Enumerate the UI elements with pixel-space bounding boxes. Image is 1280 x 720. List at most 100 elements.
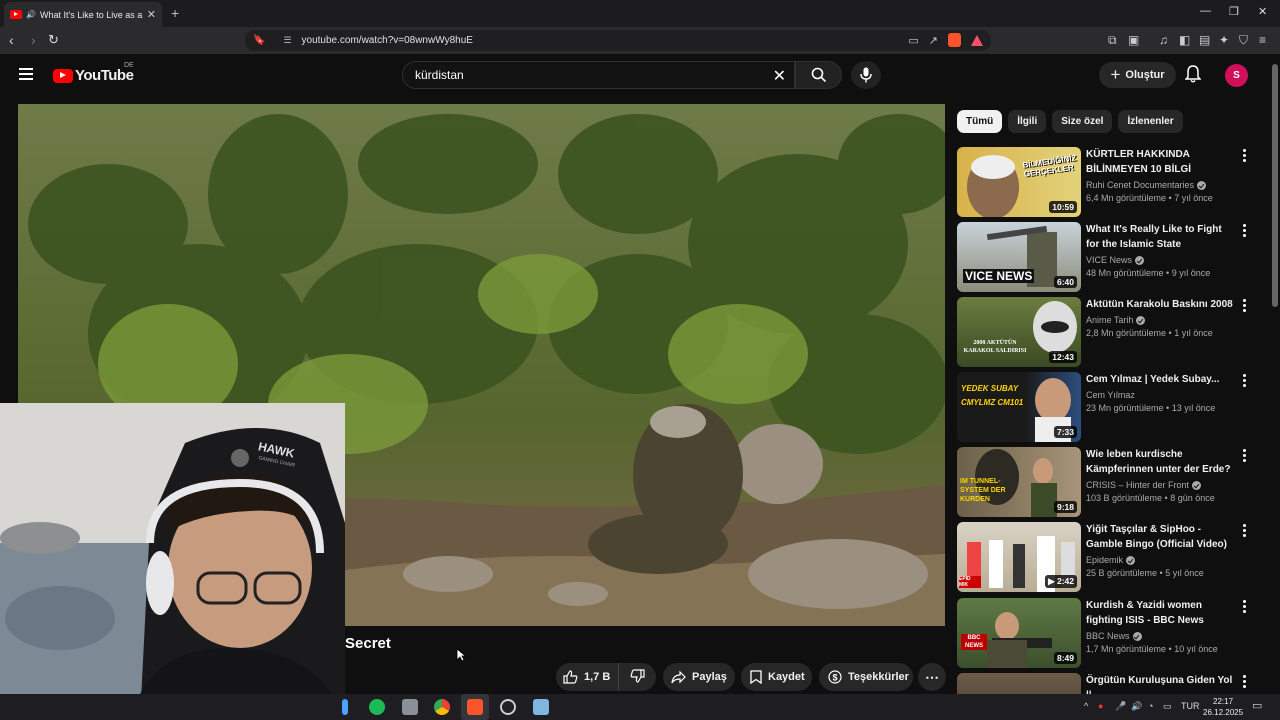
wallet-icon[interactable]: ▤ — [1199, 33, 1210, 47]
forward-icon[interactable]: › — [31, 32, 36, 48]
video-thumbnail[interactable]: YEDEK SUBAY CMYLMZ CM101 7:33 — [957, 372, 1081, 442]
more-vertical-icon[interactable] — [1243, 149, 1247, 164]
brave-shields-icon[interactable] — [948, 33, 961, 47]
tray-chevron-icon[interactable]: ^ — [1084, 701, 1088, 711]
more-vertical-icon[interactable] — [1243, 600, 1247, 615]
minimize-button[interactable]: — — [1200, 5, 1211, 17]
recommendation-item[interactable]: 2008 AKTÜTÜN KARAKOL SALDIRISI 12:43 Akt… — [957, 297, 1257, 367]
close-tab-icon[interactable]: ✕ — [147, 8, 156, 21]
restore-button[interactable]: ❐ — [1229, 5, 1239, 18]
channel-name[interactable]: Epidemik — [1086, 554, 1236, 567]
dislike-button[interactable] — [618, 663, 656, 691]
youtube-logo[interactable]: YouTube DE — [53, 62, 134, 84]
recommendation-item[interactable]: YEDEK SUBAY CMYLMZ CM101 7:33 Cem Yılmaz… — [957, 372, 1257, 442]
recommendation-item[interactable]: BBC NEWS 8:49 Kurdish & Yazidi women fig… — [957, 598, 1257, 668]
share-button[interactable]: Paylaş — [663, 663, 735, 691]
reload-icon[interactable]: ↻ — [48, 32, 59, 48]
recommendation-title[interactable]: KÜRTLER HAKKINDA BİLİNMEYEN 10 BİLGİ — [1086, 147, 1236, 177]
channel-name[interactable]: Anime Tarih — [1086, 314, 1236, 327]
voice-search-button[interactable] — [851, 61, 881, 89]
more-vertical-icon[interactable] — [1243, 299, 1247, 314]
network-icon[interactable]: ◔ — [1148, 701, 1153, 711]
speaker-icon[interactable]: 🔊 — [26, 10, 36, 19]
new-tab-button[interactable]: + — [171, 5, 179, 21]
vpn-icon[interactable]: ⛉ — [1239, 33, 1248, 48]
chrome-icon[interactable] — [434, 699, 450, 715]
avatar[interactable]: S — [1225, 64, 1248, 87]
video-thumbnail[interactable]: VICE NEWS 6:40 — [957, 222, 1081, 292]
app-icon[interactable] — [342, 699, 348, 715]
address-bar[interactable]: 🔖 ☰ youtube.com/watch?v=08wnwWy8huE ▭ ↗ — [245, 30, 991, 51]
browser-tab-active[interactable]: 🔊 What It's Like to Live as a PKK ✕ — [4, 2, 162, 27]
close-window-button[interactable]: ✕ — [1258, 5, 1267, 18]
recording-icon[interactable]: ● — [1098, 701, 1103, 711]
recommendation-item[interactable]: IM TUNNEL-SYSTEM DER KURDEN 9:18 Wie leb… — [957, 447, 1257, 517]
video-thumbnail[interactable]: IM TUNNEL-SYSTEM DER KURDEN 9:18 — [957, 447, 1081, 517]
page-scrollbar[interactable] — [1271, 54, 1280, 694]
recommendation-item[interactable]: EPID MIK ▶ 2:42 Yiğit Taşçılar & SipHoo … — [957, 522, 1257, 592]
menu-icon[interactable]: ≡ — [1259, 33, 1266, 47]
leo-ai-icon[interactable]: ✦ — [1219, 33, 1229, 47]
notifications-icon[interactable]: ▭ — [1252, 699, 1262, 712]
video-thumbnail[interactable]: 2008 AKTÜTÜN KARAKOL SALDIRISI 12:43 — [957, 297, 1081, 367]
recommendation-title[interactable]: Cem Yılmaz | Yedek Subay... — [1086, 372, 1236, 387]
url-text[interactable]: youtube.com/watch?v=08wnwWy8huE — [302, 35, 473, 46]
calculator-icon[interactable] — [402, 699, 418, 715]
recommendation-item[interactable]: VICE NEWS 6:40 What It's Really Like to … — [957, 222, 1257, 292]
more-vertical-icon[interactable] — [1243, 675, 1247, 690]
share-page-icon[interactable]: ↗ — [929, 34, 938, 47]
app-icon[interactable] — [533, 699, 549, 715]
chip-all[interactable]: Tümü — [957, 110, 1003, 133]
channel-name[interactable]: Cem Yılmaz — [1086, 389, 1236, 402]
save-button[interactable]: Kaydet — [741, 663, 812, 691]
recommendation-title[interactable]: Wie leben kurdische Kämpferinnen unter d… — [1086, 447, 1236, 477]
video-thumbnail[interactable]: BİLMEDİĞİNİZ GERÇEKLER 10:59 — [957, 147, 1081, 217]
mic-tray-icon[interactable]: 🎤 — [1115, 701, 1126, 712]
channel-name[interactable]: BBC News — [1086, 630, 1236, 643]
search-input[interactable]: kürdistan ✕ — [402, 61, 795, 89]
recommendation-title[interactable]: Aktütün Karakolu Baskını 2008 — [1086, 297, 1236, 312]
bookmark-icon[interactable]: 🔖 — [253, 35, 265, 46]
video-thumbnail[interactable] — [957, 673, 1081, 694]
input-language[interactable]: TUR — [1181, 701, 1200, 711]
volume-icon[interactable]: 🔊 — [1131, 701, 1142, 712]
brave-rewards-icon[interactable] — [971, 34, 983, 46]
search-button[interactable] — [795, 61, 842, 89]
clear-search-icon[interactable]: ✕ — [773, 66, 786, 86]
more-vertical-icon[interactable] — [1243, 224, 1247, 239]
system-clock[interactable]: 22:17 26.12.2025 — [1203, 696, 1243, 718]
video-thumbnail[interactable]: BBC NEWS 8:49 — [957, 598, 1081, 668]
chip-watched[interactable]: İzlenenler — [1118, 110, 1183, 133]
battery-icon[interactable]: ▭ — [1163, 701, 1172, 712]
recommendation-item[interactable]: Örgütün Kuruluşuna Giden Yol || — [957, 673, 1257, 694]
cast-icon[interactable]: ▭ — [908, 34, 918, 47]
extensions-icon[interactable]: ⧉ — [1108, 33, 1117, 48]
site-info-icon[interactable]: ☰ — [283, 35, 291, 46]
recommendation-title[interactable]: Örgütün Kuruluşuna Giden Yol || — [1086, 673, 1236, 694]
spotify-icon[interactable] — [369, 699, 385, 715]
scrollbar-thumb[interactable] — [1272, 64, 1278, 307]
video-thumbnail[interactable]: EPID MIK ▶ 2:42 — [957, 522, 1081, 592]
notifications-bell-icon[interactable] — [1184, 65, 1202, 88]
channel-name[interactable]: Ruhi Cenet Documentaries — [1086, 179, 1236, 192]
create-button[interactable]: + Oluştur — [1099, 62, 1176, 88]
channel-name[interactable]: VICE News — [1086, 254, 1236, 267]
search-value[interactable]: kürdistan — [415, 68, 464, 82]
recommendation-title[interactable]: What It's Really Like to Fight for the I… — [1086, 222, 1236, 252]
channel-name[interactable]: CRISIS – Hinter der Front — [1086, 479, 1236, 492]
like-button[interactable]: 1,7 B — [556, 663, 618, 691]
hamburger-menu-icon[interactable] — [19, 68, 33, 83]
recommendation-title[interactable]: Kurdish & Yazidi women fighting ISIS - B… — [1086, 598, 1236, 628]
thanks-button[interactable]: $ Teşekkürler — [819, 663, 913, 691]
more-vertical-icon[interactable] — [1243, 374, 1247, 389]
reader-icon[interactable]: ▣ — [1128, 33, 1139, 47]
sidebar-icon[interactable]: ◧ — [1179, 33, 1190, 47]
obs-icon[interactable] — [500, 699, 516, 715]
more-actions-button[interactable]: ⋯ — [918, 663, 946, 691]
more-vertical-icon[interactable] — [1243, 524, 1247, 539]
recommendation-title[interactable]: Yiğit Taşçılar & SipHoo - Gamble Bingo (… — [1086, 522, 1236, 552]
chip-related[interactable]: İlgili — [1008, 110, 1047, 133]
back-icon[interactable]: ‹ — [9, 32, 14, 48]
brave-browser-icon[interactable] — [467, 699, 483, 715]
music-icon[interactable]: ♫ — [1159, 33, 1168, 47]
